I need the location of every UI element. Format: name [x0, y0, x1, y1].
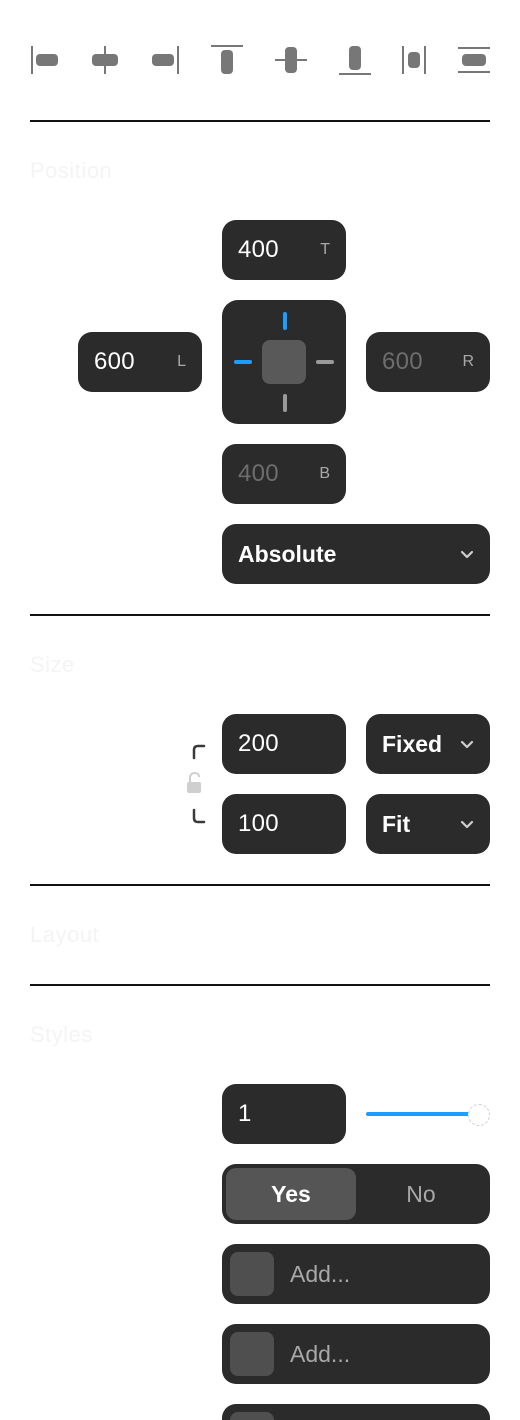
pin-top-active[interactable]	[283, 312, 287, 330]
constraint-pin-widget[interactable]	[222, 300, 346, 424]
opacity-slider-track[interactable]	[366, 1112, 478, 1116]
opacity-slider-thumb[interactable]	[468, 1104, 490, 1126]
distribute-horizontal-icon[interactable]	[392, 40, 436, 80]
position-top-field[interactable]: 400 T	[222, 220, 346, 280]
chevron-down-icon	[460, 820, 474, 829]
position-bottom-suffix: B	[319, 465, 330, 482]
align-right-icon[interactable]	[140, 40, 184, 80]
yes-no-toggle: Yes No	[222, 1164, 490, 1224]
fill-add-row[interactable]	[222, 1404, 490, 1420]
color-swatch[interactable]	[230, 1252, 274, 1296]
opacity-field[interactable]: 1	[222, 1084, 346, 1144]
width-mode-dropdown[interactable]: Fixed	[366, 714, 490, 774]
align-horizontal-center-icon[interactable]	[83, 40, 127, 80]
position-mode-dropdown[interactable]: Absolute	[222, 524, 490, 584]
align-left-icon[interactable]	[26, 40, 70, 80]
opacity-value: 1	[238, 1100, 252, 1127]
align-bottom-icon[interactable]	[333, 40, 377, 80]
fill-add-label: Add...	[290, 1341, 351, 1367]
color-swatch[interactable]	[230, 1412, 274, 1420]
section-divider	[30, 884, 490, 886]
chevron-down-icon	[460, 740, 474, 749]
position-top-suffix: T	[320, 241, 330, 258]
section-divider	[30, 984, 490, 986]
position-right-suffix: R	[462, 353, 474, 370]
height-value: 100	[238, 810, 279, 837]
position-top-value: 400	[238, 236, 279, 263]
fill-add-row[interactable]: Add...	[222, 1244, 490, 1304]
position-bottom-value: 400	[238, 460, 279, 487]
toggle-no[interactable]: No	[356, 1168, 486, 1220]
width-mode-value: Fixed	[382, 731, 443, 757]
size-section-title: Size	[30, 652, 75, 677]
width-field[interactable]: 200	[222, 714, 346, 774]
section-divider	[30, 120, 490, 122]
toggle-yes[interactable]: Yes	[226, 1168, 356, 1220]
position-section-title: Position	[30, 158, 113, 183]
position-left-value: 600	[94, 348, 135, 375]
section-divider	[30, 614, 490, 616]
align-vertical-center-icon[interactable]	[269, 40, 313, 80]
distribute-vertical-icon[interactable]	[452, 40, 496, 80]
width-value: 200	[238, 730, 279, 757]
height-mode-dropdown[interactable]: Fit	[366, 794, 490, 854]
position-mode-value: Absolute	[238, 541, 337, 567]
chevron-down-icon	[460, 550, 474, 559]
pin-left-active[interactable]	[234, 360, 252, 364]
aspect-ratio-lock-icon[interactable]	[184, 740, 212, 830]
position-bottom-field[interactable]: 400 B	[222, 444, 346, 504]
position-left-suffix: L	[177, 353, 186, 370]
pin-bottom-inactive[interactable]	[283, 394, 287, 412]
align-top-icon[interactable]	[205, 40, 249, 80]
position-left-field[interactable]: 600 L	[78, 332, 202, 392]
styles-section-title: Styles	[30, 1022, 93, 1047]
fill-add-row[interactable]: Add...	[222, 1324, 490, 1384]
position-right-field[interactable]: 600 R	[366, 332, 490, 392]
layout-section-title[interactable]: Layout	[30, 922, 99, 948]
height-field[interactable]: 100	[222, 794, 346, 854]
fill-add-label: Add...	[290, 1261, 351, 1287]
pin-right-inactive[interactable]	[316, 360, 334, 364]
color-swatch[interactable]	[230, 1332, 274, 1376]
height-mode-value: Fit	[382, 811, 411, 837]
position-right-value: 600	[382, 348, 423, 375]
pin-center-square	[262, 340, 306, 384]
